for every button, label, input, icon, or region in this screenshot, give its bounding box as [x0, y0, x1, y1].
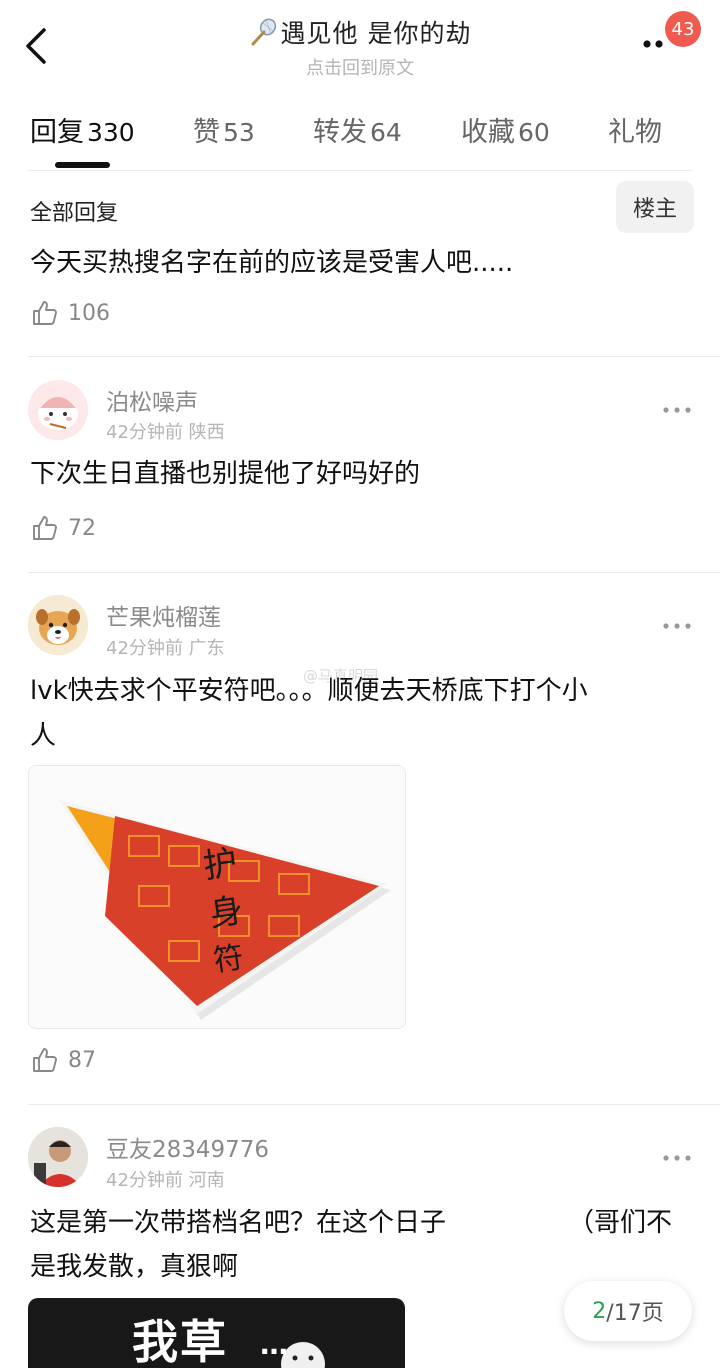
dog-avatar-illustration — [28, 595, 88, 655]
amulet-char: 符 — [211, 940, 246, 979]
tab-label: 礼物 — [608, 117, 662, 148]
page-indicator[interactable]: 2/17页 — [564, 1281, 692, 1341]
thumbs-up-icon — [33, 516, 57, 540]
tab-count: 53 — [223, 118, 255, 147]
comment-image[interactable]: 我草 … — [28, 1298, 405, 1368]
tab-likes[interactable]: 赞 53 — [193, 110, 255, 149]
avatar[interactable] — [28, 595, 88, 655]
post-title: 遇见他 是你的劫 — [280, 19, 472, 48]
tab-reposts[interactable]: 转发 64 — [313, 110, 402, 149]
like-button[interactable]: 72 — [30, 513, 96, 543]
total-pages: /17页 — [606, 1301, 664, 1326]
comment-meta: 42分钟前 陕西 — [106, 422, 225, 443]
like-button[interactable]: 87 — [30, 1045, 96, 1075]
owner-filter-button[interactable]: 楼主 — [616, 181, 694, 233]
amulet-char: 身 — [207, 891, 246, 935]
like-count: 87 — [68, 1047, 96, 1073]
tab-label: 转发 — [313, 117, 367, 148]
all-replies-label: 全部回复 — [30, 201, 119, 226]
badminton-racket-icon — [251, 18, 276, 46]
username[interactable]: 豆友28349776 — [106, 1130, 269, 1164]
comment-divider — [28, 356, 720, 357]
avatar[interactable] — [28, 380, 88, 440]
comment-meta: 42分钟前 广东 — [106, 638, 225, 659]
comment-meta: 42分钟前 河南 — [106, 1170, 225, 1191]
comment-more-icon[interactable] — [662, 1153, 692, 1163]
tab-replies[interactable]: 回复 330 — [30, 110, 135, 149]
amulet-char: 护 — [201, 843, 240, 887]
active-tab-indicator — [55, 162, 110, 168]
meme-caption: 我草 — [132, 1315, 228, 1368]
username[interactable]: 泊松噪声 — [106, 383, 198, 417]
comment-text-line: 是我发散，真狠啊 — [30, 1252, 239, 1282]
notification-badge[interactable]: 43 — [665, 11, 701, 47]
ellipsis-mark: … — [260, 1328, 288, 1361]
amulet-image: 护 身 符 — [29, 766, 405, 1028]
tab-label: 赞 — [193, 117, 220, 148]
like-button[interactable]: 106 — [30, 298, 110, 328]
comment-more-icon[interactable] — [662, 405, 692, 415]
photo-avatar — [28, 1127, 88, 1187]
like-count: 72 — [68, 515, 96, 541]
comment-text: 今天买热搜名字在前的应该是受害人吧..... — [30, 248, 514, 278]
avatar[interactable] — [28, 1127, 88, 1187]
thumbs-up-icon — [33, 301, 57, 325]
tab-count: 60 — [518, 118, 550, 147]
comment-more-icon[interactable] — [662, 621, 692, 631]
comment-text-line: （哥们不 — [568, 1208, 673, 1238]
tab-count: 330 — [87, 118, 135, 147]
comment-image[interactable]: 护 身 符 — [28, 765, 406, 1029]
tab-gifts[interactable]: 礼物 — [608, 110, 662, 149]
tab-favorites[interactable]: 收藏 60 — [461, 110, 550, 149]
bun-avatar-illustration — [28, 380, 88, 440]
comment-text-line: 人 — [30, 721, 57, 751]
comment-text: 下次生日直播也别提他了好吗好的 — [30, 459, 421, 489]
comment-divider — [28, 1104, 720, 1105]
tab-label: 回复 — [30, 117, 84, 148]
like-count: 106 — [68, 300, 110, 326]
tab-divider — [28, 170, 692, 171]
back-to-original-link[interactable]: 点击回到原文 — [0, 54, 720, 80]
tab-count: 64 — [370, 118, 402, 147]
comment-text-line: 这是第一次带搭档名吧？在这个日子 — [30, 1208, 447, 1238]
comment-text-line: lvk快去求个平安符吧。。。顺便去天桥底下打个小 — [30, 676, 588, 706]
username[interactable]: 芒果炖榴莲 — [106, 598, 221, 632]
thumbs-up-icon — [33, 1048, 57, 1072]
comment-divider — [28, 572, 720, 573]
tab-label: 收藏 — [461, 117, 515, 148]
post-title-area[interactable]: 遇见他 是你的劫 点击回到原文 — [0, 14, 720, 80]
current-page: 2 — [592, 1298, 607, 1324]
